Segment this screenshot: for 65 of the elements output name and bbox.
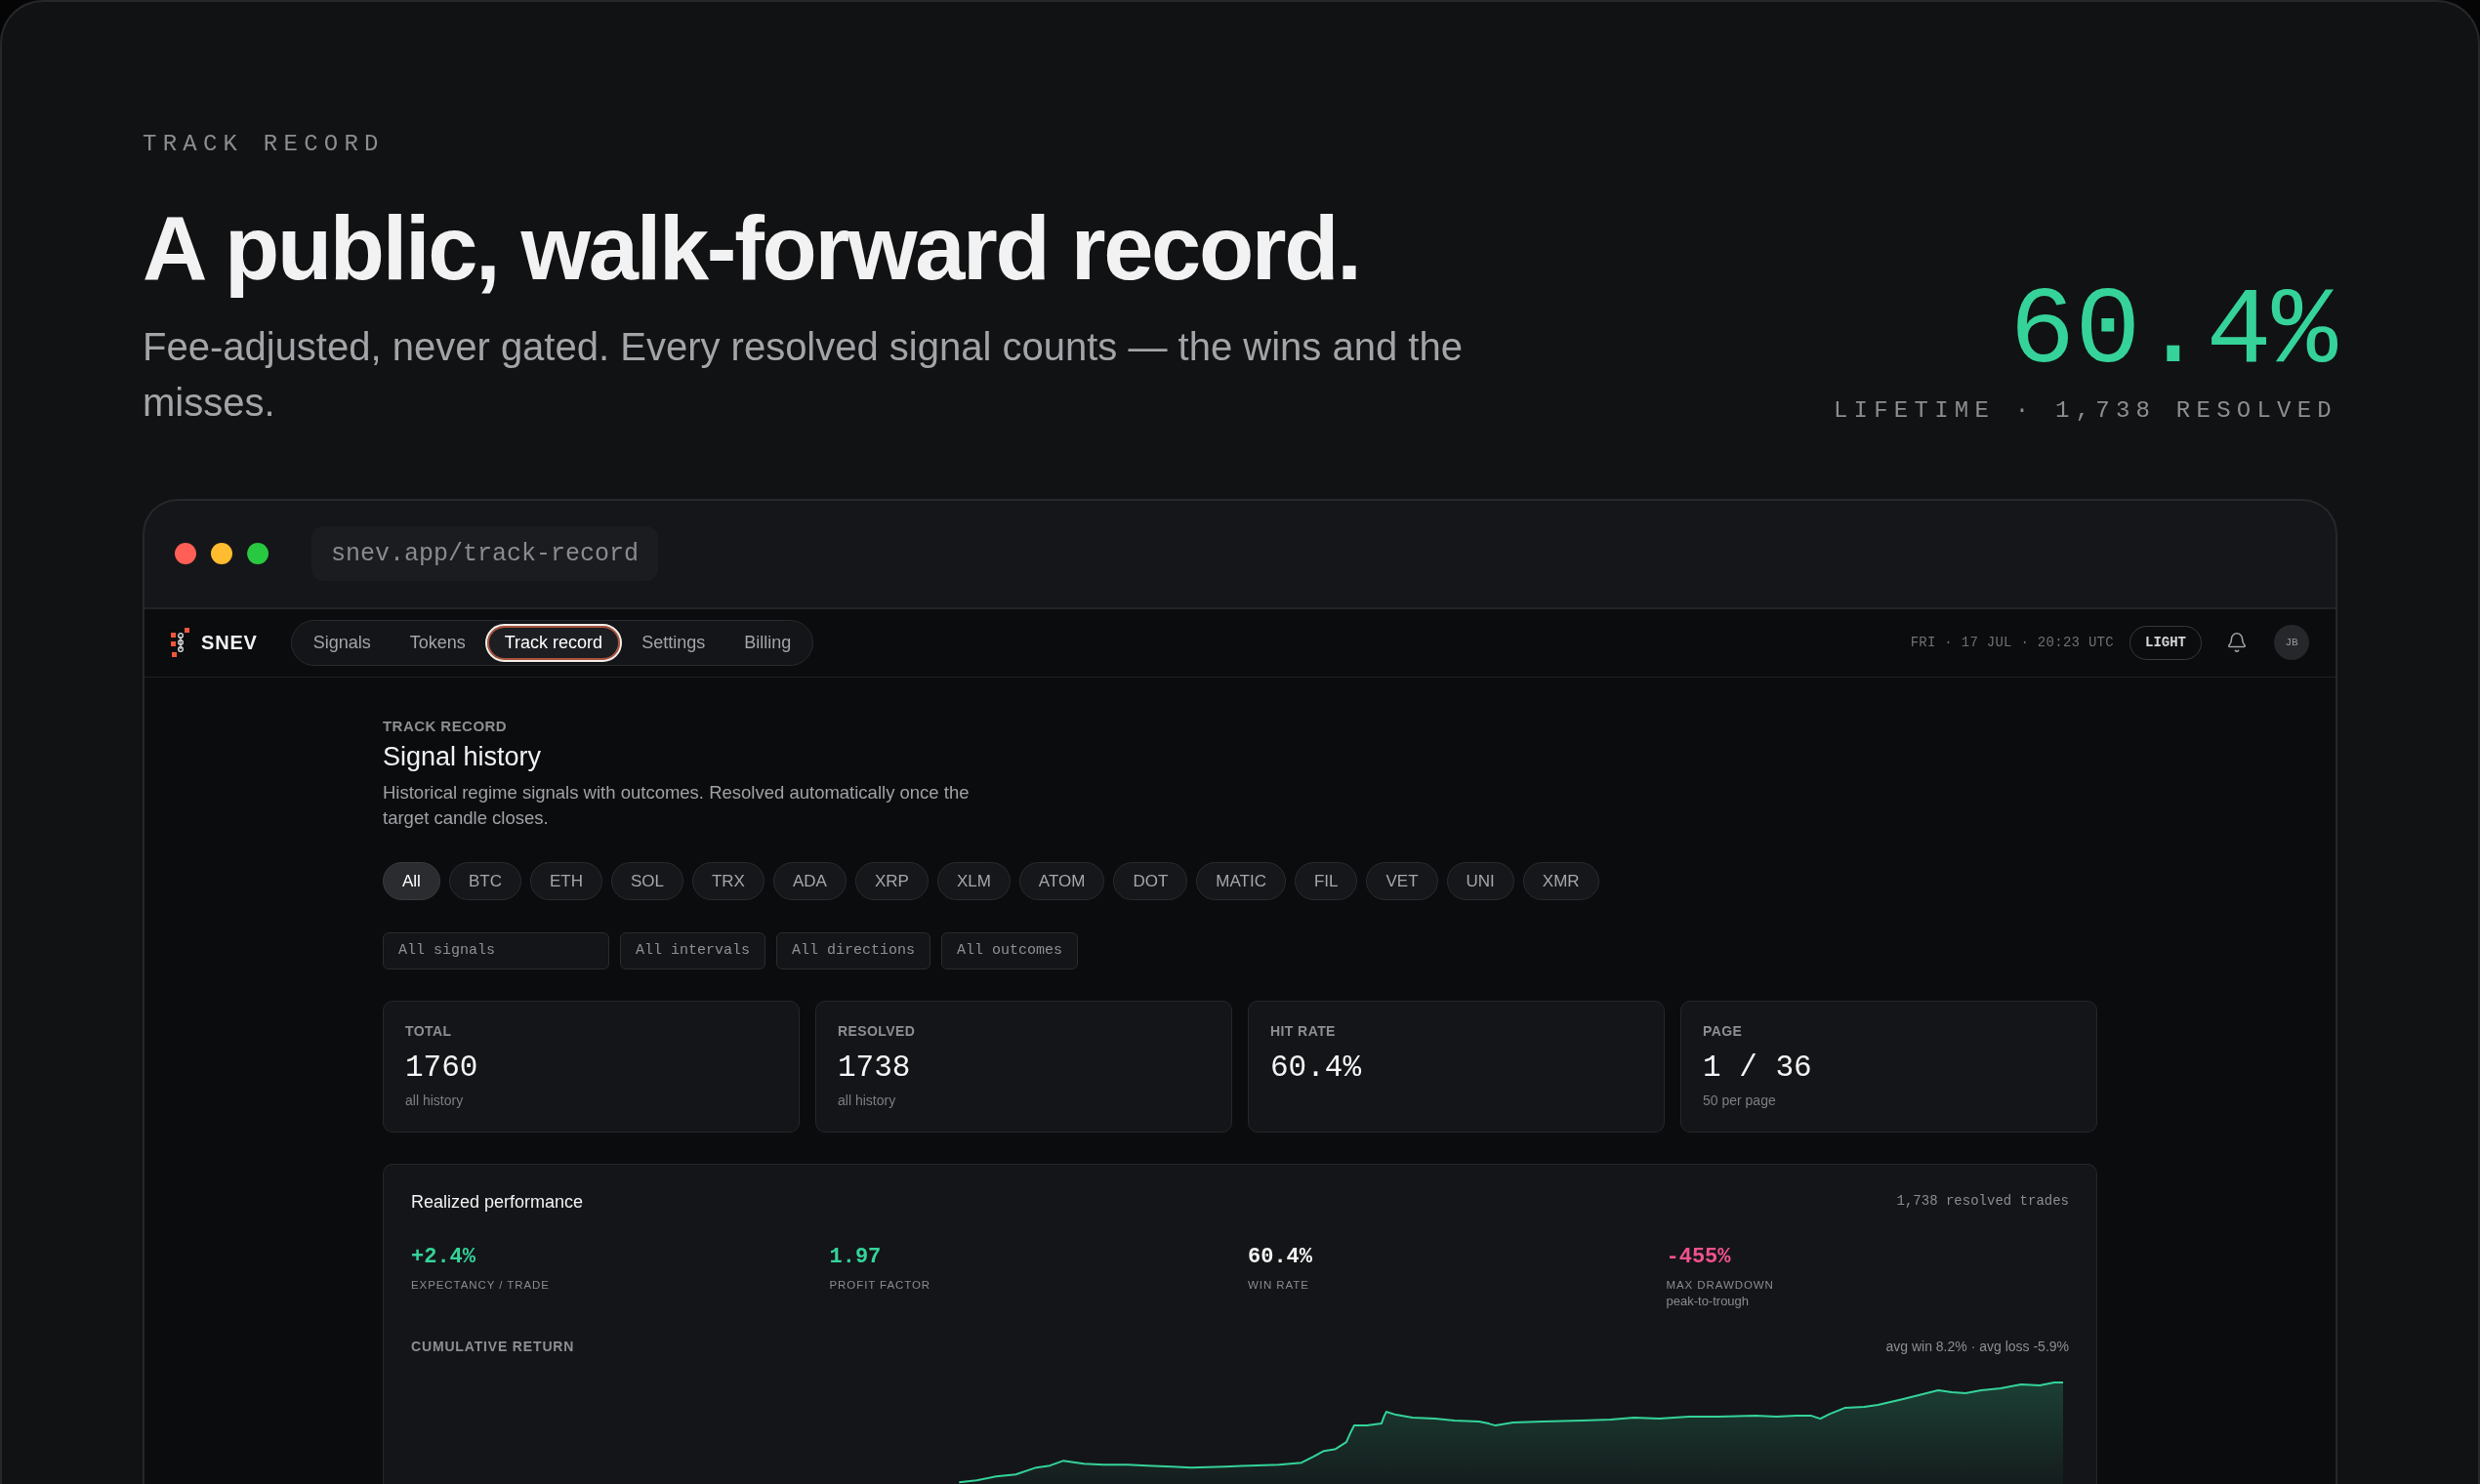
filter-dropdown[interactable]: All signals xyxy=(383,931,609,969)
panel-title: Realized performance xyxy=(411,1190,584,1214)
token-filter-chip[interactable]: XRP xyxy=(854,861,929,900)
metric-value: 1.97 xyxy=(829,1243,882,1271)
token-filter-chip[interactable]: MATIC xyxy=(1196,861,1286,900)
metric-value: -455% xyxy=(1666,1243,1731,1271)
hero-title: A public, walk-forward record. xyxy=(143,197,1361,300)
page-description: Historical regime signals with outcomes. Resolved automatically once the target candle closes. xyxy=(383,780,971,830)
stat-value: 1 / 36 xyxy=(1703,1050,1812,1086)
page-eyebrow: TRACK RECORD xyxy=(383,716,508,736)
window-zoom-icon xyxy=(247,543,269,565)
token-filter-chip[interactable]: ATOM xyxy=(1018,861,1105,900)
stat-value: 1760 xyxy=(405,1050,478,1086)
nav-tab[interactable]: Billing xyxy=(724,623,811,662)
metric-value: +2.4% xyxy=(411,1243,475,1271)
chart-title: CUMULATIVE RETURN xyxy=(411,1337,575,1355)
filter-dropdown[interactable]: All outcomes xyxy=(941,931,1079,969)
trade-count: 1,738 resolved trades xyxy=(1896,1192,2069,1212)
chart-note: avg win 8.2% · avg loss -5.9% xyxy=(1885,1337,2069,1355)
nav-tab[interactable]: Tokens xyxy=(390,623,485,662)
token-filter-chip[interactable]: XMR xyxy=(1522,861,1599,900)
stat-value: 60.4% xyxy=(1270,1050,1361,1086)
token-filter-chip[interactable]: ADA xyxy=(772,861,847,900)
lifetime-hit-rate: 60.4% xyxy=(2008,271,2337,392)
stat-value: 1738 xyxy=(838,1050,911,1086)
nav-tab[interactable]: Track record xyxy=(484,623,623,662)
stat-note: all history xyxy=(405,1091,464,1109)
token-filter-chip[interactable]: FIL xyxy=(1294,861,1358,900)
stat-label: PAGE xyxy=(1703,1021,1743,1040)
stat-label: TOTAL xyxy=(405,1021,452,1040)
metric-label: WIN RATE xyxy=(1248,1277,1309,1293)
token-filter-chip[interactable]: VET xyxy=(1366,861,1438,900)
address-field[interactable]: snev.app/track-record xyxy=(311,526,659,582)
brand-name: SNEV xyxy=(201,631,258,656)
window-minimize-icon xyxy=(211,543,232,565)
token-filter-chip[interactable]: TRX xyxy=(691,861,765,900)
window-close-icon xyxy=(175,543,196,565)
stat-label: RESOLVED xyxy=(838,1021,916,1040)
token-filter-chip[interactable]: SOL xyxy=(610,861,683,900)
metric-value: 60.4% xyxy=(1248,1243,1312,1271)
stat-label: HIT RATE xyxy=(1270,1021,1336,1040)
token-filter-chip[interactable]: ETH xyxy=(529,861,602,900)
token-filter-chip[interactable]: UNI xyxy=(1446,861,1514,900)
metric-label: EXPECTANCY / TRADE xyxy=(411,1277,550,1293)
bell-icon[interactable] xyxy=(2226,632,2248,654)
hero-subtitle: Fee-adjusted, never gated. Every resolved signal counts — the wins and the misses. xyxy=(143,323,1464,426)
filter-dropdown[interactable]: All intervals xyxy=(620,931,766,969)
stat-note: 50 per page xyxy=(1703,1091,1776,1109)
filter-dropdown[interactable]: All directions xyxy=(776,931,931,969)
section-eyebrow: TRACK RECORD xyxy=(143,131,385,158)
clock-text: FRI · 17 JUL · 20:23 UTC xyxy=(1910,633,2114,652)
metric-label: PROFIT FACTOR xyxy=(829,1277,931,1293)
metric-note: peak-to-trough xyxy=(1666,1293,1750,1309)
token-filter-chip[interactable]: All xyxy=(383,861,440,900)
stat-note: all history xyxy=(838,1091,896,1109)
nav-tab[interactable]: Signals xyxy=(293,623,391,662)
token-filter-chip[interactable]: XLM xyxy=(936,861,1011,900)
user-avatar[interactable]: JB xyxy=(2274,625,2309,661)
logo-icon xyxy=(171,628,190,658)
token-filter-chip[interactable]: BTC xyxy=(448,861,521,900)
lifetime-caption: LIFETIME · 1,738 RESOLVED xyxy=(1833,395,2337,426)
page-title: Signal history xyxy=(383,740,542,773)
nav-tab[interactable]: Settings xyxy=(622,623,725,662)
metric-label: MAX DRAWDOWN xyxy=(1666,1277,1774,1293)
token-filter-chip[interactable]: DOT xyxy=(1113,861,1188,900)
